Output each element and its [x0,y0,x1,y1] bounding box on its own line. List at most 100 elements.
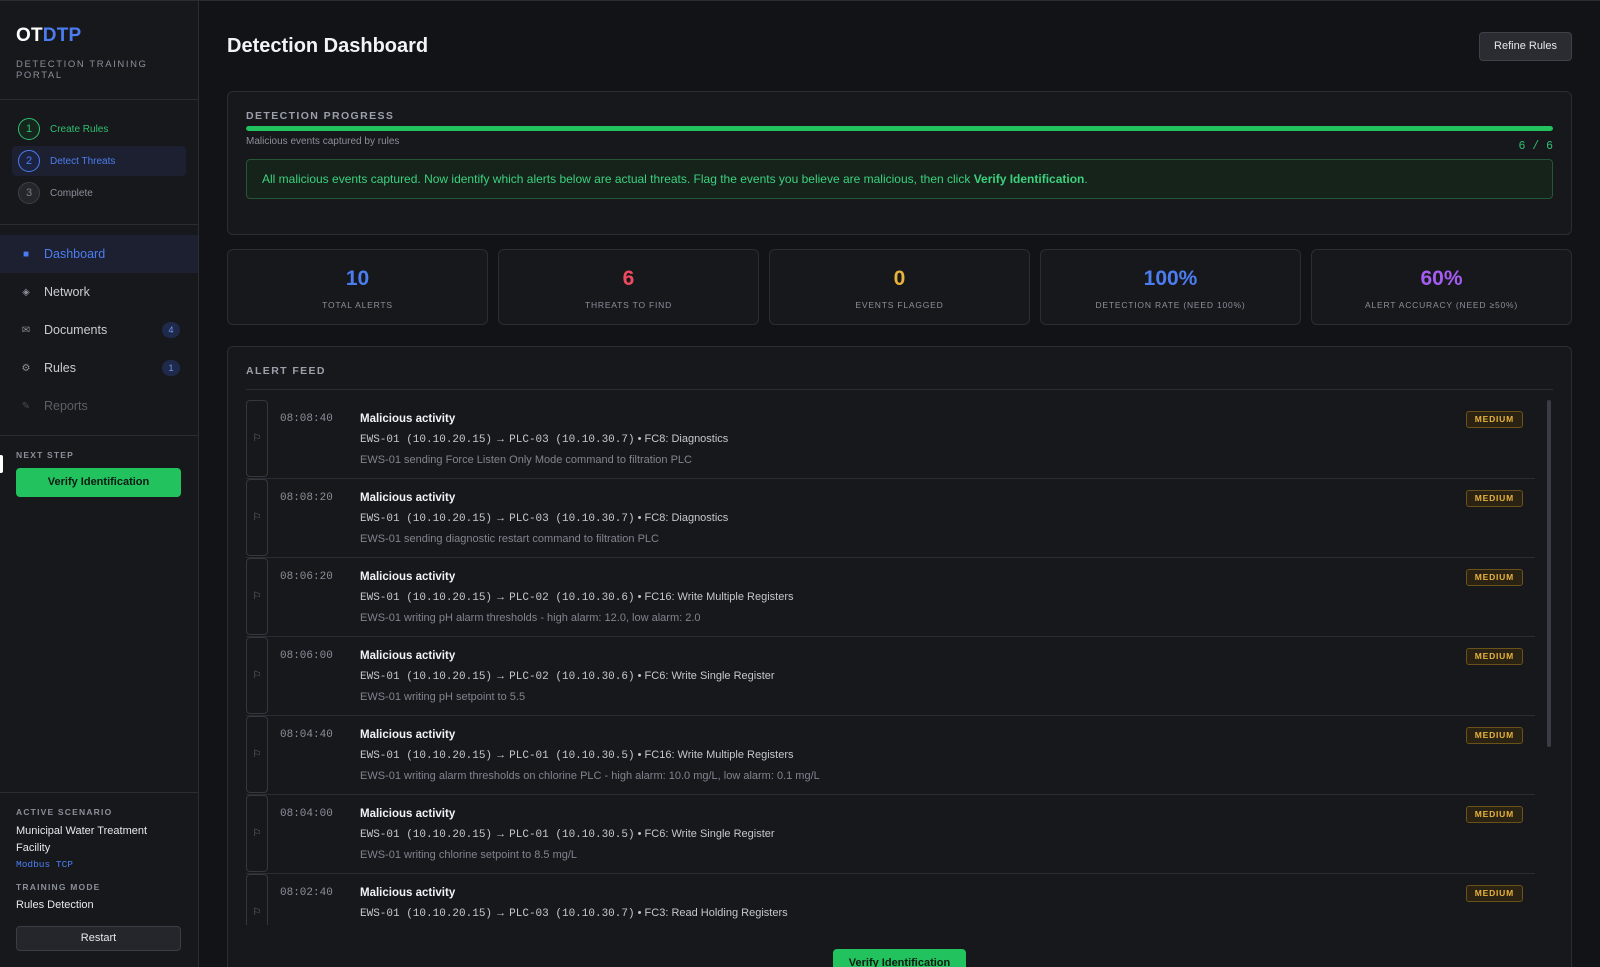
flag-icon: ⚐ [252,512,262,523]
page-title: Detection Dashboard [227,34,429,57]
banner-bold-text: Verify Identification [973,172,1085,186]
alert-connection: EWS-01 (10.10.20.15) → PLC-02 (10.10.30.… [360,591,1535,604]
progress-row: Malicious events captured by rules 6 / 6 [246,136,1553,153]
alert-destination: PLC-01 (10.10.30.5) [509,829,635,841]
alert-connection: EWS-01 (10.10.20.15) → PLC-01 (10.10.30.… [360,828,1535,841]
progress-bar [246,126,1553,131]
alert-time: 08:04:00 [280,808,333,820]
nav-item-rules[interactable]: ⚙ Rules 1 [0,349,198,387]
app-root: OTDTP DETECTION TRAINING PORTAL 1 Create… [0,0,1600,967]
step-complete[interactable]: 3 Complete [12,178,186,208]
flag-toggle[interactable]: ⚐ [246,874,268,925]
flag-toggle[interactable]: ⚐ [246,795,268,872]
alert-row[interactable]: ⚐ 08:06:00 Malicious activity EWS-01 (10.10… [246,637,1535,716]
alert-source: EWS-01 (10.10.20.15) [360,750,493,762]
stat-card: 0 EVENTS FLAGGED [769,249,1030,325]
progress-caption: Malicious events captured by rules [246,136,400,147]
arrow-icon: → [492,591,510,603]
flag-icon: ⚐ [252,907,262,918]
flag-icon: ⚐ [252,591,262,602]
nav-item-reports: ✎ Reports [0,387,198,425]
severity-badge: MEDIUM [1465,885,1523,902]
main-content: Detection Dashboard Refine Rules DETECTI… [199,1,1600,967]
workflow-steps: 1 Create Rules 2 Detect Threats 3 Comple… [0,100,198,225]
scenario-name-line2: Facility [16,842,51,854]
stat-value: 6 [622,267,635,290]
diamond-icon: ◈ [22,286,30,298]
arrow-icon: → [492,907,510,919]
alert-function-code: • FC8: Diagnostics [637,512,729,524]
alert-feed-list[interactable]: ⚐ 08:08:40 Malicious activity EWS-01 (10.10… [246,400,1553,925]
alert-time: 08:06:00 [280,650,333,662]
nav-label: Reports [44,399,88,413]
nav-item-dashboard[interactable]: ■ Dashboard [0,235,198,273]
brand-prefix: OT [16,25,43,46]
alert-function-code: • FC16: Write Multiple Registers [637,749,794,761]
stat-label: ALERT ACCURACY (NEED ≥50%) [1364,300,1518,310]
alert-body: Malicious activity EWS-01 (10.10.20.15) →… [360,637,1535,715]
detection-progress-card: DETECTION PROGRESS Malicious events capt… [227,91,1572,235]
alert-body: Malicious activity EWS-01 (10.10.20.15) →… [360,874,1535,925]
severity-badge: MEDIUM [1465,648,1523,665]
stat-label: EVENTS FLAGGED [855,300,944,310]
alert-row[interactable]: ⚐ 08:08:40 Malicious activity EWS-01 (10.10… [246,400,1535,479]
alert-destination: PLC-03 (10.10.30.7) [509,513,635,525]
alert-title: Malicious activity [360,887,456,899]
alert-title: Malicious activity [360,729,456,741]
progress-title: DETECTION PROGRESS [246,110,395,122]
gear-icon: ⚙ [21,362,31,374]
alert-time: 08:06:20 [280,571,333,583]
alert-connection: EWS-01 (10.10.20.15) → PLC-03 (10.10.30.… [360,512,1535,525]
sidebar-verify-button[interactable]: Verify Identification [16,468,181,497]
step-create-rules[interactable]: 1 Create Rules [12,114,186,144]
stat-value: 10 [345,267,370,290]
arrow-icon: → [492,749,510,761]
severity-badge: MEDIUM [1465,569,1523,586]
alert-row[interactable]: ⚐ 08:04:40 Malicious activity EWS-01 (10.10… [246,716,1535,795]
nav-label: Network [44,285,90,299]
feed-footer: Verify Identification [228,939,1571,967]
alert-feed-card: ALERT FEED ⚐ 08:08:40 Malicious activity EW… [227,346,1572,967]
scenario-protocol: Modbus TCP [16,859,74,870]
alert-row[interactable]: ⚐ 08:06:20 Malicious activity EWS-01 (10.10… [246,558,1535,637]
stat-label: TOTAL ALERTS [322,300,393,310]
alert-body: Malicious activity EWS-01 (10.10.20.15) →… [360,716,1535,794]
feed-scrollbar[interactable] [1547,400,1551,747]
alert-time: 08:08:20 [280,492,333,504]
alert-source: EWS-01 (10.10.20.15) [360,513,493,525]
alert-title: Malicious activity [360,492,456,504]
stat-card: 6 THREATS TO FIND [498,249,759,325]
scenario-panel: ACTIVE SCENARIO Municipal Water Treatmen… [0,792,198,967]
nav-item-documents[interactable]: ✉ Documents 4 [0,311,198,349]
scenario-name-line1: Municipal Water Treatment [16,825,148,837]
next-step-panel: NEXT STEP Verify Identification [0,436,198,511]
alert-row[interactable]: ⚐ 08:04:00 Malicious activity EWS-01 (10.10… [246,795,1535,874]
flag-icon: ⚐ [252,670,262,681]
severity-badge: MEDIUM [1465,806,1523,823]
arrow-icon: → [492,670,510,682]
flag-toggle[interactable]: ⚐ [246,479,268,556]
flag-toggle[interactable]: ⚐ [246,716,268,793]
refine-rules-button[interactable]: Refine Rules [1479,31,1572,61]
flag-toggle[interactable]: ⚐ [246,400,268,477]
stat-value: 60% [1420,267,1463,290]
nav-label: Documents [44,323,108,337]
arrow-icon: → [492,433,510,445]
alert-description: EWS-01 writing pH setpoint to 5.5 [360,691,526,703]
step-detect-threats[interactable]: 2 Detect Threats [12,146,186,176]
sidebar: OTDTP DETECTION TRAINING PORTAL 1 Create… [0,1,199,967]
alert-description: EWS-01 sending diagnostic restart comman… [360,533,659,545]
alert-source: EWS-01 (10.10.20.15) [360,671,493,683]
alert-row[interactable]: ⚐ 08:02:40 Malicious activity EWS-01 (10.10… [246,874,1535,925]
alert-row[interactable]: ⚐ 08:08:20 Malicious activity EWS-01 (10.10… [246,479,1535,558]
arrow-icon: → [492,828,510,840]
nav-label: Dashboard [44,247,106,261]
alert-description: EWS-01 sending Force Listen Only Mode co… [360,454,692,466]
restart-button[interactable]: Restart [16,926,181,951]
brand-subtitle: DETECTION TRAINING PORTAL [16,59,148,81]
nav-item-network[interactable]: ◈ Network [0,273,198,311]
verify-identification-button[interactable]: Verify Identification [833,949,966,967]
flag-toggle[interactable]: ⚐ [246,558,268,635]
flag-toggle[interactable]: ⚐ [246,637,268,714]
stat-label: THREATS TO FIND [584,300,673,310]
